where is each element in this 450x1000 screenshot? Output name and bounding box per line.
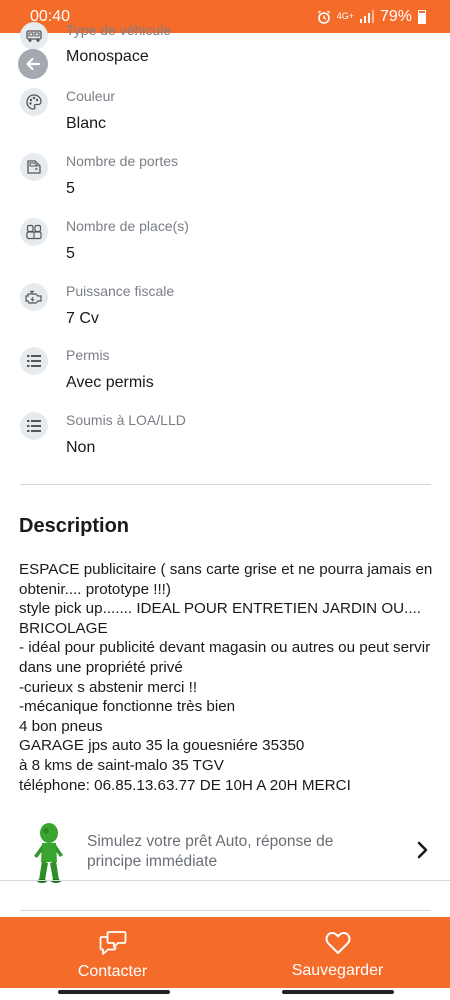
attribute-label: Couleur <box>66 88 116 104</box>
attribute-label: Soumis à LOA/LLD <box>66 412 186 428</box>
attribute-label: Nombre de place(s) <box>66 218 189 234</box>
save-button[interactable]: Sauvegarder <box>225 917 450 988</box>
network-type: 4G+ <box>336 11 354 21</box>
description-text: ESPACE publicitaire ( sans carte grise e… <box>19 561 433 794</box>
car-seats-icon <box>20 218 48 246</box>
attribute-label: Type de véhicule <box>66 22 172 38</box>
van-icon <box>20 22 48 50</box>
battery-percent: 79% <box>379 7 412 25</box>
nav-home-handle[interactable] <box>282 990 394 994</box>
attribute-value: Non <box>66 439 96 456</box>
bottom-action-bar: Contacter Sauvegarder <box>0 917 450 988</box>
save-label: Sauvegarder <box>291 961 384 979</box>
car-door-icon <box>20 153 48 181</box>
mascot-icon <box>34 823 63 883</box>
loan-simulation-link[interactable]: Simulez votre prêt Auto, réponse de prin… <box>0 818 450 883</box>
arrow-left-icon <box>26 57 41 71</box>
loan-simulation-text: Simulez votre prêt Auto, réponse de prin… <box>87 833 334 870</box>
attribute-value: Monospace <box>66 48 149 65</box>
attribute-value: Avec permis <box>66 374 154 391</box>
chat-bubbles-icon <box>99 930 126 955</box>
attribute-label: Nombre de portes <box>66 153 179 169</box>
palette-icon <box>20 88 48 116</box>
system-nav-bar <box>0 988 450 1000</box>
alarm-icon <box>317 10 330 24</box>
engine-icon <box>20 283 48 311</box>
attribute-value: 5 <box>66 180 75 197</box>
heart-icon <box>325 931 350 954</box>
chevron-right-icon <box>417 841 428 859</box>
signal-icon <box>359 10 374 23</box>
divider <box>20 484 431 485</box>
attribute-label: Permis <box>66 347 110 363</box>
contact-label: Contacter <box>77 962 148 980</box>
contact-button[interactable]: Contacter <box>0 917 225 988</box>
attribute-label: Puissance fiscale <box>66 283 175 299</box>
attribute-value: Blanc <box>66 115 107 132</box>
battery-icon <box>418 9 426 24</box>
status-icons: 4G+ 79% <box>317 8 426 26</box>
list-icon <box>20 347 48 375</box>
attribute-value: 7 Cv <box>66 310 99 327</box>
attribute-value: 5 <box>66 245 75 262</box>
back-button[interactable] <box>18 49 48 79</box>
nav-back-handle[interactable] <box>58 990 170 994</box>
list-icon <box>20 412 48 440</box>
description-title: Description <box>19 515 130 537</box>
divider <box>0 880 450 881</box>
divider <box>20 910 431 911</box>
